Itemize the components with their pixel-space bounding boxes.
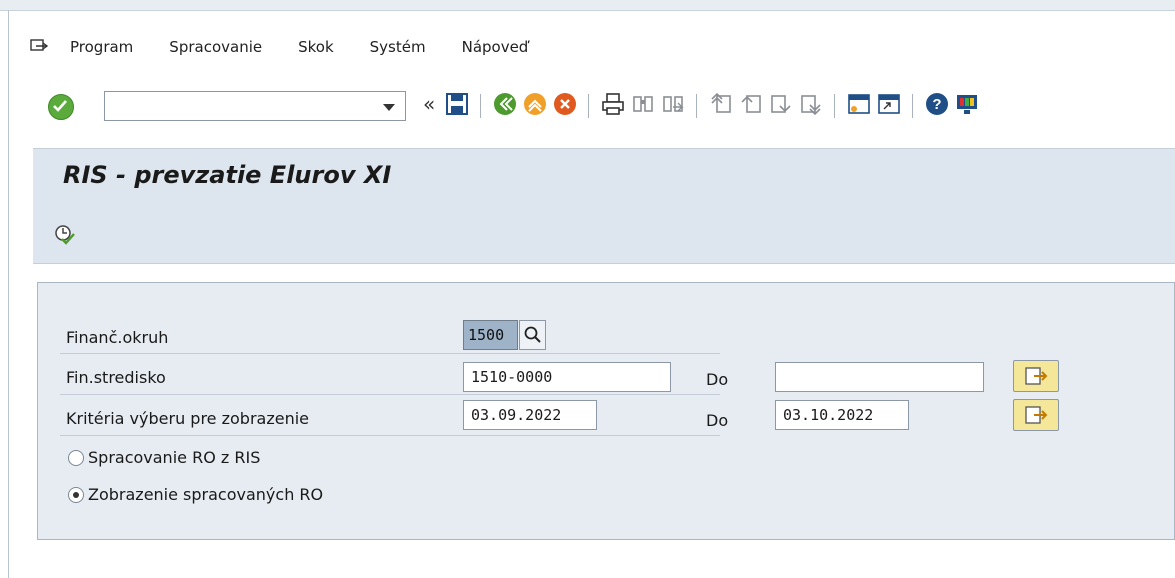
kriteria-to-input[interactable]: 03.10.2022	[775, 400, 909, 430]
toolbar-separator	[696, 94, 697, 118]
radio-zobrazenie-ro-label: Zobrazenie spracovaných RO	[88, 485, 324, 504]
menu-system[interactable]: Systém	[370, 38, 426, 56]
fin-stredisko-label: Fin.stredisko	[66, 368, 166, 387]
fin-okruh-search-help[interactable]	[519, 320, 546, 350]
window-top-border	[0, 0, 1175, 11]
help-icon[interactable]: ?	[924, 91, 950, 117]
last-page-icon[interactable]	[798, 91, 824, 117]
collapse-command-icon[interactable]: «	[423, 94, 435, 114]
kriteria-label: Kritéria výberu pre zobrazenie	[66, 409, 309, 428]
command-field[interactable]	[104, 91, 406, 121]
menu-napoved[interactable]: Nápoveď	[462, 38, 529, 56]
radio-spracovanie-ro-label: Spracovanie RO z RIS	[88, 448, 261, 467]
fin-stredisko-to-input[interactable]	[775, 362, 984, 392]
back-icon[interactable]	[492, 91, 518, 117]
kriteria-multiple-selection-button[interactable]	[1013, 399, 1059, 431]
fin-okruh-input[interactable]: 1500	[463, 320, 518, 350]
fin-stredisko-from-input[interactable]: 1510-0000	[463, 362, 671, 392]
window-left-border	[8, 10, 9, 578]
enter-icon[interactable]	[48, 94, 74, 120]
row-divider	[60, 435, 720, 436]
kriteria-do-label: Do	[706, 411, 729, 430]
menu-bar: Program Spracovanie Skok Systém Nápoveď	[30, 34, 564, 60]
command-dropdown-icon[interactable]	[383, 104, 395, 111]
first-page-icon[interactable]	[708, 91, 734, 117]
next-page-icon[interactable]	[768, 91, 794, 117]
save-icon[interactable]	[444, 91, 470, 117]
find-icon[interactable]	[630, 91, 656, 117]
radio-spracovanie-ro[interactable]: Spracovanie RO z RIS	[68, 448, 260, 467]
menu-skok[interactable]: Skok	[298, 38, 334, 56]
menu-program[interactable]: Program	[70, 38, 133, 56]
new-session-icon[interactable]	[846, 91, 872, 117]
menu-spracovanie[interactable]: Spracovanie	[169, 38, 262, 56]
fin-stredisko-multiple-selection-button[interactable]	[1013, 360, 1059, 392]
radio-button-selected[interactable]	[68, 486, 84, 503]
screen-title: RIS - prevzatie Elurov XI	[63, 161, 392, 189]
customize-layout-icon[interactable]	[954, 91, 980, 117]
application-toolbar	[33, 201, 1175, 264]
cancel-icon[interactable]	[552, 91, 578, 117]
toolbar-separator	[588, 94, 589, 118]
radio-button[interactable]	[68, 449, 84, 466]
shortcut-icon[interactable]	[876, 91, 902, 117]
selection-screen: Finanč.okruh 1500 Fin.stredisko 1510-000…	[37, 282, 1175, 540]
svg-text:?: ?	[932, 96, 941, 113]
previous-page-icon[interactable]	[738, 91, 764, 117]
toolbar-separator	[834, 94, 835, 118]
fin-okruh-label: Finanč.okruh	[66, 328, 169, 347]
toolbar-separator	[912, 94, 913, 118]
find-next-icon[interactable]	[660, 91, 686, 117]
exit-icon[interactable]	[522, 91, 548, 117]
row-divider	[60, 353, 720, 354]
fin-stredisko-do-label: Do	[706, 370, 729, 389]
radio-zobrazenie-ro[interactable]: Zobrazenie spracovaných RO	[68, 485, 323, 504]
toolbar-separator	[480, 94, 481, 118]
kriteria-from-input[interactable]: 03.09.2022	[463, 400, 597, 430]
execute-icon[interactable]	[53, 223, 75, 245]
screen-title-bar: RIS - prevzatie Elurov XI	[33, 148, 1175, 201]
print-icon[interactable]	[600, 91, 626, 117]
standard-toolbar: « ?	[48, 88, 1168, 122]
row-divider	[60, 394, 720, 395]
system-menu-icon[interactable]	[30, 39, 49, 55]
